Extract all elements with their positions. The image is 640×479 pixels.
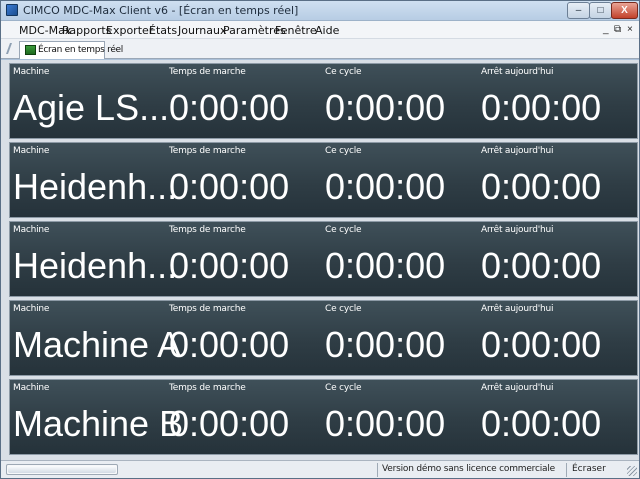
column-label-cycle: Ce cycle: [325, 304, 362, 314]
menu-rapports[interactable]: Rapports: [62, 24, 111, 37]
document-tab-strip: Écran en temps réel: [1, 39, 639, 59]
mdi-close-button[interactable]: ×: [627, 24, 633, 35]
column-label-machine: Machine: [13, 383, 50, 393]
column-label-machine: Machine: [13, 67, 50, 77]
column-label-run-time: Temps de marche: [169, 383, 246, 393]
column-label-stop-today: Arrêt aujourd'hui: [481, 383, 554, 393]
column-label-run-time: Temps de marche: [169, 146, 246, 156]
column-label-cycle: Ce cycle: [325, 225, 362, 235]
tab-realtime-screen[interactable]: Écran en temps réel: [19, 41, 123, 59]
machine-panel[interactable]: Machine Temps de marche Ce cycle Arrêt a…: [9, 142, 638, 218]
stop-today-value: 0:00:00: [481, 324, 602, 365]
status-divider: [566, 463, 567, 477]
machine-name: Machine A: [13, 324, 182, 365]
column-label-machine: Machine: [13, 304, 50, 314]
stop-today-value: 0:00:00: [481, 403, 602, 444]
column-label-stop-today: Arrêt aujourd'hui: [481, 304, 554, 314]
machine-panel[interactable]: Machine Temps de marche Ce cycle Arrêt a…: [9, 300, 638, 376]
column-label-run-time: Temps de marche: [169, 67, 246, 77]
close-button[interactable]: X: [611, 2, 638, 19]
run-time-value: 0:00:00: [169, 166, 290, 207]
app-icon[interactable]: [6, 4, 18, 16]
machine-panel[interactable]: Machine Temps de marche Ce cycle Arrêt a…: [9, 379, 638, 455]
mdi-restore-button[interactable]: ⧉: [614, 24, 621, 35]
menu-etats[interactable]: États: [149, 24, 177, 37]
title-bar[interactable]: CIMCO MDC-Max Client v6 - [Écran en temp…: [1, 1, 639, 21]
menu-journaux[interactable]: Journaux: [178, 24, 226, 37]
scrollbar-thumb[interactable]: [8, 466, 116, 473]
run-time-value: 0:00:00: [169, 87, 290, 128]
stop-today-value: 0:00:00: [481, 245, 602, 286]
stop-today-value: 0:00:00: [481, 87, 602, 128]
resize-grip-icon[interactable]: [627, 466, 637, 476]
window-title: CIMCO MDC-Max Client v6 - [Écran en temp…: [23, 4, 299, 17]
machine-name: Machine B: [13, 403, 184, 444]
column-label-cycle: Ce cycle: [325, 146, 362, 156]
status-bar: Version démo sans licence commerciale Éc…: [1, 460, 639, 478]
column-label-stop-today: Arrêt aujourd'hui: [481, 225, 554, 235]
menu-exporter[interactable]: Exporter: [106, 24, 153, 37]
cycle-value: 0:00:00: [325, 324, 446, 365]
tab-realtime-label: Écran en temps réel: [38, 45, 123, 55]
minimize-button[interactable]: –: [567, 2, 590, 19]
maximize-button[interactable]: □: [589, 2, 612, 19]
column-label-machine: Machine: [13, 146, 50, 156]
overwrite-mode-indicator: Écraser: [572, 464, 606, 474]
column-label-run-time: Temps de marche: [169, 304, 246, 314]
menu-aide[interactable]: Aide: [315, 24, 339, 37]
run-time-value: 0:00:00: [169, 324, 290, 365]
machine-name: Heidenh...: [13, 245, 178, 286]
run-time-value: 0:00:00: [169, 245, 290, 286]
realtime-panel-area: Machine Temps de marche Ce cycle Arrêt a…: [1, 60, 639, 460]
licence-status-text: Version démo sans licence commerciale: [382, 464, 555, 474]
machine-name: Heidenh...: [13, 166, 178, 207]
column-label-machine: Machine: [13, 225, 50, 235]
menu-bar: MDC-Max Rapports Exporter États Journaux…: [1, 21, 639, 39]
horizontal-scrollbar[interactable]: [6, 464, 118, 475]
machine-panel[interactable]: Machine Temps de marche Ce cycle Arrêt a…: [9, 221, 638, 297]
cycle-value: 0:00:00: [325, 166, 446, 207]
tab-scroll-icon[interactable]: [5, 43, 21, 54]
column-label-cycle: Ce cycle: [325, 383, 362, 393]
run-time-value: 0:00:00: [169, 403, 290, 444]
mdi-minimize-button[interactable]: _: [603, 24, 609, 35]
stop-today-value: 0:00:00: [481, 166, 602, 207]
cycle-value: 0:00:00: [325, 87, 446, 128]
cycle-value: 0:00:00: [325, 403, 446, 444]
main-window: CIMCO MDC-Max Client v6 - [Écran en temp…: [0, 0, 640, 479]
menu-fenetre[interactable]: Fenêtre: [275, 24, 317, 37]
column-label-stop-today: Arrêt aujourd'hui: [481, 67, 554, 77]
machine-panel[interactable]: Machine Temps de marche Ce cycle Arrêt a…: [9, 63, 638, 139]
monitor-icon: [25, 45, 36, 55]
column-label-cycle: Ce cycle: [325, 67, 362, 77]
column-label-stop-today: Arrêt aujourd'hui: [481, 146, 554, 156]
machine-name: Agie LS...: [13, 87, 170, 128]
cycle-value: 0:00:00: [325, 245, 446, 286]
column-label-run-time: Temps de marche: [169, 225, 246, 235]
status-divider: [377, 463, 378, 477]
